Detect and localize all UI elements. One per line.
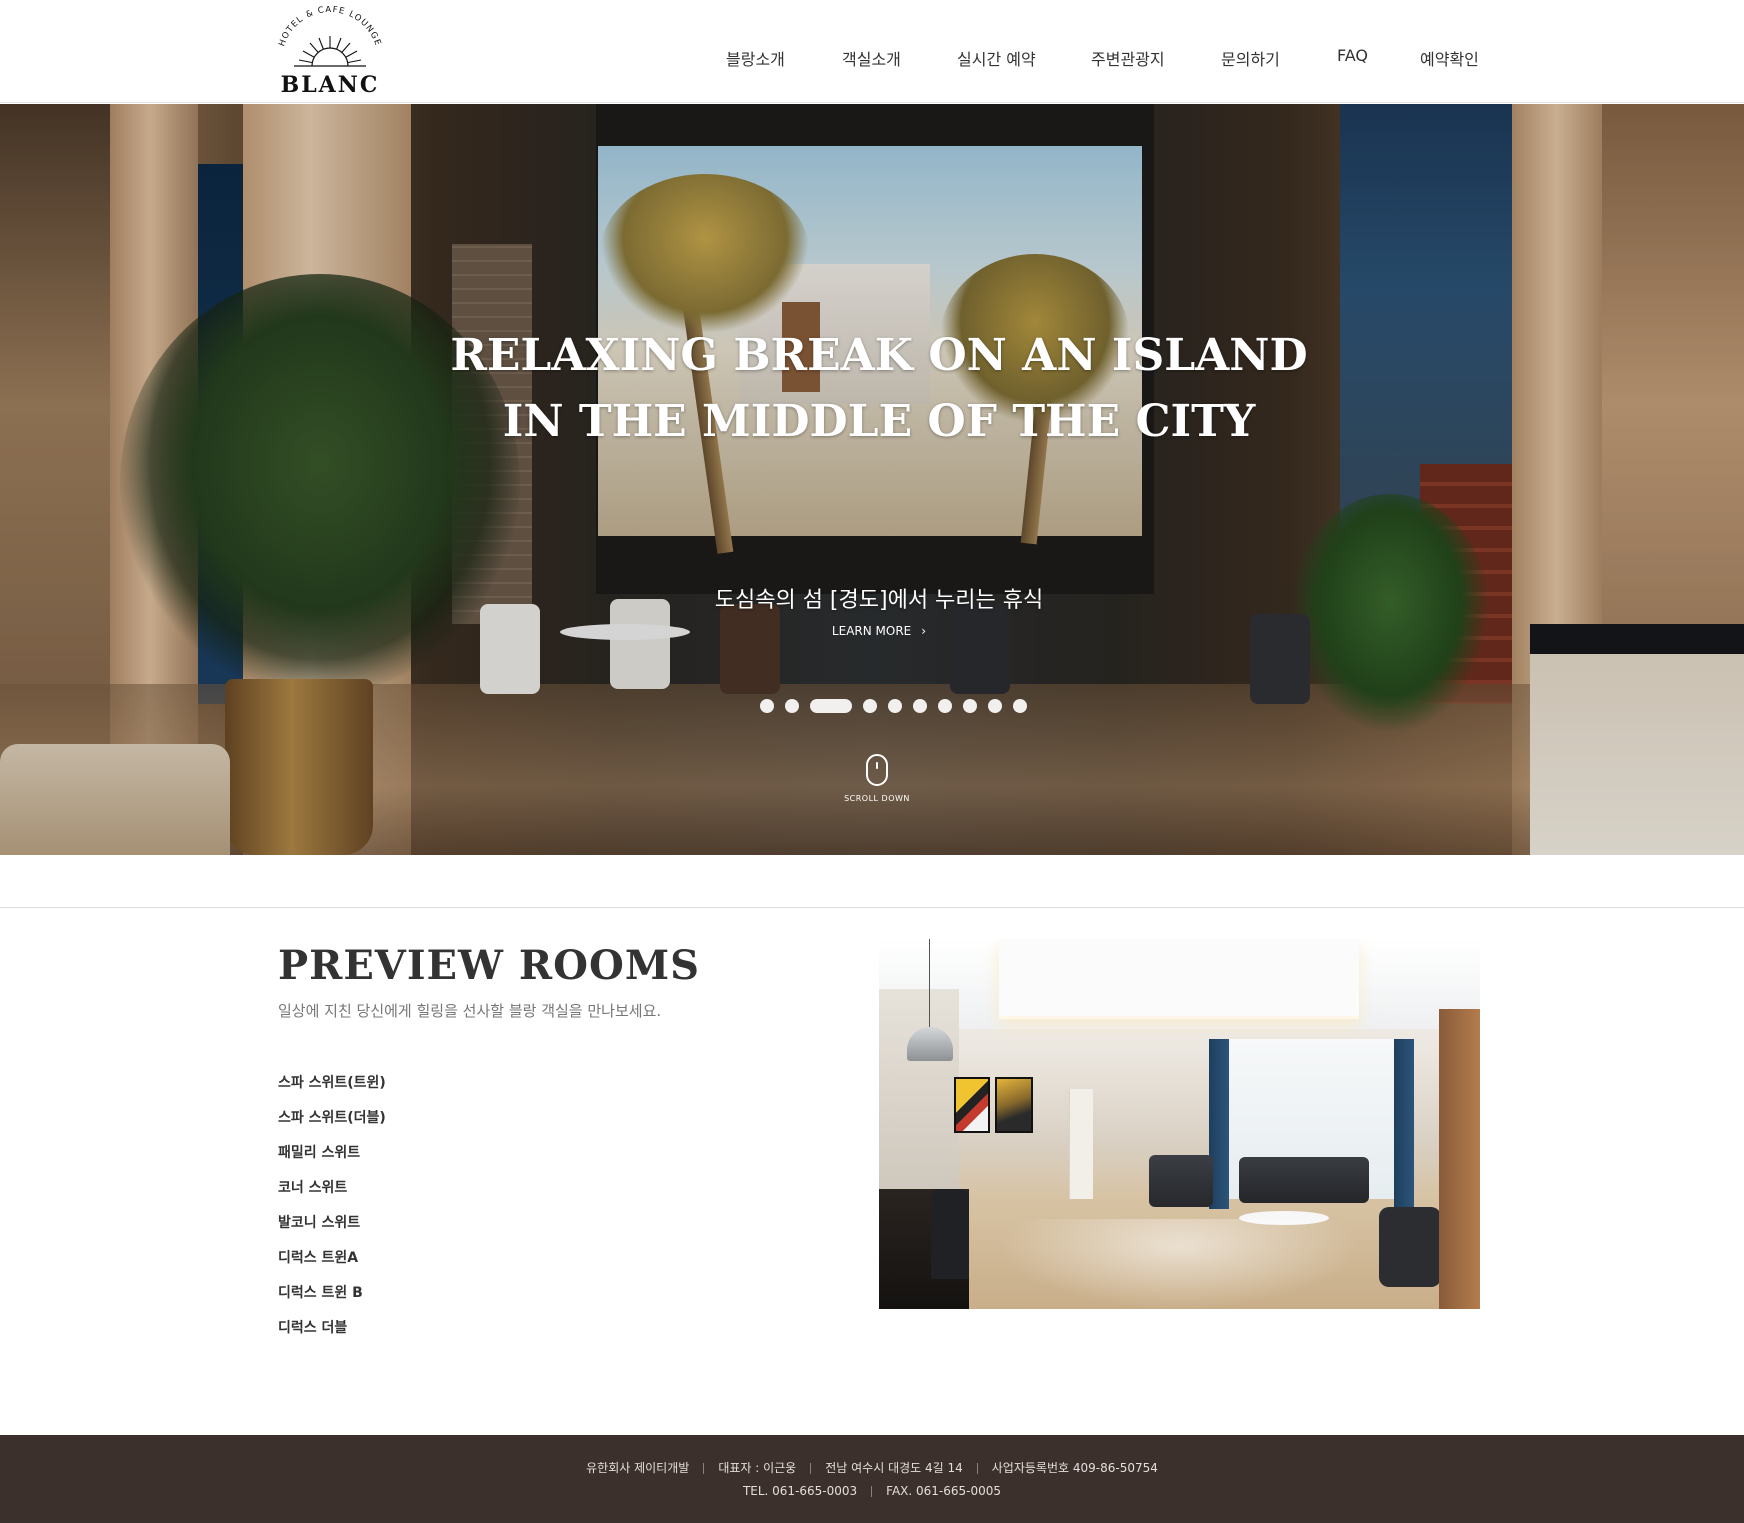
footer-business-number: 사업자등록번호 409-86-50754 [991,1461,1158,1475]
room-link-balcony-suite[interactable]: 발코니 스위트 [278,1212,360,1232]
slider-dot[interactable] [963,699,977,713]
slider-dot[interactable] [1013,699,1027,713]
slider-dot[interactable] [785,699,799,713]
footer-ceo: 대표자 : 이근웅 [718,1461,797,1475]
footer-contact-info: TEL. 061-665-0003 FAX. 061-665-0005 [0,1484,1744,1498]
preview-rooms-subtitle: 일상에 지친 당신에게 힐링을 선사할 블랑 객실을 만나보세요. [278,1002,662,1020]
nav-item-check-reservation[interactable]: 예약확인 [1420,46,1479,70]
footer-separator [976,1463,978,1474]
site-header: HOTEL & CAFE LOUNGE BLANC 블랑소개 객실소개 실시간 … [0,0,1744,103]
room-photo-curtain [1394,1039,1414,1209]
nav-item-contact[interactable]: 문의하기 [1221,46,1280,70]
room-photo-lamp-cord [929,939,930,1029]
footer-company: 유한회사 제이티개발 [586,1461,690,1475]
main-nav: 블랑소개 객실소개 실시간 예약 주변관광지 문의하기 FAQ 예약확인 [0,46,1744,76]
slider-dot[interactable] [760,699,774,713]
hero-overlay [0,104,1744,855]
learn-more-link[interactable]: LEARN MORE › [0,624,1744,638]
room-photo-artwork [954,1077,990,1133]
slider-dot[interactable] [988,699,1002,713]
slider-dot[interactable] [913,699,927,713]
hero-subtitle: 도심속의 섬 [경도]에서 누리는 휴식 [714,588,1044,613]
nav-item-tour[interactable]: 주변관광지 [1091,46,1165,70]
slider-dot[interactable] [938,699,952,713]
footer-address: 전남 여수시 대경도 4길 14 [825,1461,963,1475]
room-photo-floor-reflection [999,1219,1359,1309]
room-link-corner-suite[interactable]: 코너 스위트 [278,1177,347,1197]
room-photo-ceiling-light [999,939,1359,1019]
room-photo-chair [931,1189,969,1279]
nav-item-faq[interactable]: FAQ [1337,46,1368,65]
room-photo-armchair [1149,1155,1213,1207]
room-link-deluxe-twin-a[interactable]: 디럭스 트윈A [278,1247,358,1267]
room-photo-chair [1379,1207,1441,1287]
footer-separator [703,1463,705,1474]
room-photo-wall [879,989,959,1189]
room-photo-sofa [1239,1157,1369,1203]
learn-more-label: LEARN MORE [831,624,912,638]
slider-dot[interactable] [863,699,877,713]
room-link-deluxe-twin-b[interactable]: 디럭스 트윈 B [278,1282,363,1302]
nav-item-about[interactable]: 블랑소개 [726,46,785,70]
slider-dot[interactable] [810,699,852,713]
preview-rooms-title: PREVIEW ROOMS [278,942,700,989]
footer-tel: TEL. 061-665-0003 [742,1484,858,1498]
mouse-scroll-icon[interactable] [866,754,888,786]
slider-dot[interactable] [888,699,902,713]
room-link-family-suite[interactable]: 패밀리 스위트 [278,1142,360,1162]
room-link-spa-suite-twin[interactable]: 스파 스위트(트윈) [278,1072,386,1092]
hero-title-line1: RELAXING BREAK ON AN ISLAND [450,330,1308,381]
site-footer: 유한회사 제이티개발 대표자 : 이근웅 전남 여수시 대경도 4길 14 사업자등록… [0,1435,1744,1523]
footer-fax: FAX. 061-665-0005 [886,1484,1002,1498]
room-photo-door [1069,1089,1093,1199]
footer-separator [871,1486,873,1497]
chevron-right-icon: › [921,624,927,638]
footer-separator [810,1463,812,1474]
section-divider [0,907,1744,908]
hero-title-line2: IN THE MIDDLE OF THE CITY [502,396,1256,447]
nav-item-reservation[interactable]: 실시간 예약 [957,46,1036,70]
scroll-down-label: SCROLL DOWN [844,794,910,803]
hero-slider: RELAXING BREAK ON AN ISLAND IN THE MIDDL… [0,104,1744,855]
room-link-deluxe-double[interactable]: 디럭스 더블 [278,1317,347,1337]
footer-company-info: 유한회사 제이티개발 대표자 : 이근웅 전남 여수시 대경도 4길 14 사업자등록… [0,1459,1744,1476]
room-link-spa-suite-double[interactable]: 스파 스위트(더블) [278,1107,386,1127]
nav-item-rooms[interactable]: 객실소개 [842,46,901,70]
room-photo-shelf [1439,1009,1480,1309]
room-preview-photo [879,939,1480,1309]
room-photo-artwork [995,1077,1033,1133]
